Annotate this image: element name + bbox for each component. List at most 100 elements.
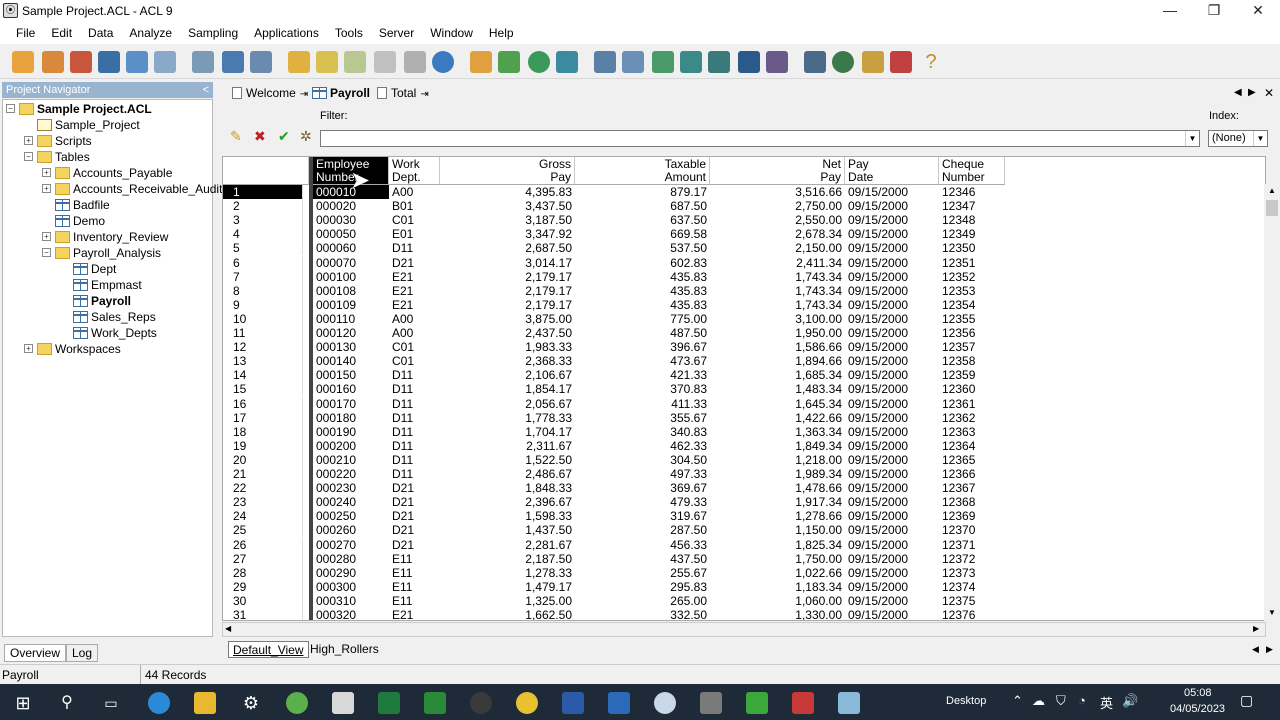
cell-cheque-number[interactable]: 12360	[939, 382, 1005, 396]
cell-work-dept[interactable]: E11	[389, 566, 440, 580]
cell-employee-number[interactable]: 000270	[313, 538, 389, 552]
cell-pay-date[interactable]: 09/15/2000	[845, 481, 939, 495]
cell-cheque-number[interactable]: 12347	[939, 199, 1005, 213]
percent-icon[interactable]	[556, 51, 578, 73]
minimize-button[interactable]: —	[1148, 0, 1192, 22]
scroll-right-icon[interactable]: ▶	[1253, 624, 1259, 633]
table-row[interactable]: 14 000150 D11 2,106.67 421.33 1,685.34 09/15/2…	[223, 368, 1265, 383]
cell-net-pay[interactable]: 1,989.34	[710, 467, 845, 481]
cell-taxable-amount[interactable]: 487.50	[575, 326, 710, 340]
menu-tools[interactable]: Tools	[335, 26, 363, 40]
cell-net-pay[interactable]: 1,849.34	[710, 439, 845, 453]
table-row[interactable]: 5 000060 D11 2,687.50 537.50 2,150.00 09/15/20…	[223, 241, 1265, 256]
menu-edit[interactable]: Edit	[51, 26, 72, 40]
apply-filter-icon[interactable]: ✔	[278, 128, 292, 144]
cell-cheque-number[interactable]: 12370	[939, 523, 1005, 537]
maximize-button[interactable]: ❐	[1192, 0, 1236, 22]
menu-server[interactable]: Server	[379, 26, 414, 40]
tree-item-project[interactable]: Sample Project.ACL	[19, 101, 152, 117]
cell-pay-date[interactable]: 09/15/2000	[845, 326, 939, 340]
cell-cheque-number[interactable]: 12361	[939, 397, 1005, 411]
cell-work-dept[interactable]: E11	[389, 594, 440, 608]
cell-pay-date[interactable]: 09/15/2000	[845, 509, 939, 523]
cell-work-dept[interactable]: D21	[389, 509, 440, 523]
cell-cheque-number[interactable]: 12346	[939, 185, 1005, 199]
cell-employee-number[interactable]: 000250	[313, 509, 389, 523]
menu-window[interactable]: Window	[430, 26, 473, 40]
cell-pay-date[interactable]: 09/15/2000	[845, 340, 939, 354]
cell-employee-number[interactable]: 000190	[313, 425, 389, 439]
expand-icon[interactable]: +	[42, 184, 51, 193]
view-scroll-left-icon[interactable]: ◀	[1248, 641, 1263, 658]
cell-work-dept[interactable]: D11	[389, 439, 440, 453]
tool-icon[interactable]	[700, 692, 722, 714]
cell-net-pay[interactable]: 1,183.34	[710, 580, 845, 594]
cell-net-pay[interactable]: 1,022.66	[710, 566, 845, 580]
table-row[interactable]: 7 000100 E21 2,179.17 435.83 1,743.34 09/15/20…	[223, 269, 1265, 284]
table-row[interactable]: 18 000190 D11 1,704.17 340.83 1,363.34 09/15/2…	[223, 424, 1265, 439]
menu-file[interactable]: File	[16, 26, 35, 40]
cell-cheque-number[interactable]: 12369	[939, 509, 1005, 523]
stratify-icon[interactable]	[622, 51, 644, 73]
cell-taxable-amount[interactable]: 370.83	[575, 382, 710, 396]
row-number[interactable]: 9	[223, 297, 303, 312]
cell-pay-date[interactable]: 09/15/2000	[845, 354, 939, 368]
cell-cheque-number[interactable]: 12368	[939, 495, 1005, 509]
print-icon[interactable]	[126, 51, 148, 73]
cell-net-pay[interactable]: 2,550.00	[710, 213, 845, 227]
cell-gross-pay[interactable]: 3,875.00	[440, 312, 575, 326]
cell-net-pay[interactable]: 1,330.00	[710, 608, 845, 620]
cell-taxable-amount[interactable]: 355.67	[575, 411, 710, 425]
menu-help[interactable]: Help	[489, 26, 514, 40]
cell-work-dept[interactable]: B01	[389, 199, 440, 213]
cell-net-pay[interactable]: 3,516.66	[710, 185, 845, 199]
cell-employee-number[interactable]: 000170	[313, 397, 389, 411]
count-icon[interactable]	[528, 51, 550, 73]
cell-taxable-amount[interactable]: 473.67	[575, 354, 710, 368]
close-tab-icon[interactable]: ✕	[1264, 84, 1274, 102]
cell-work-dept[interactable]: D11	[389, 453, 440, 467]
notes-icon[interactable]	[862, 51, 884, 73]
cell-employee-number[interactable]: 000210	[313, 453, 389, 467]
cell-work-dept[interactable]: A00	[389, 326, 440, 340]
new-project-icon[interactable]	[12, 51, 34, 73]
word-icon[interactable]	[562, 692, 584, 714]
cell-employee-number[interactable]: 000108	[313, 284, 389, 298]
cell-work-dept[interactable]: A00	[389, 185, 440, 199]
expand-icon[interactable]: +	[42, 168, 51, 177]
cell-employee-number[interactable]: 000060	[313, 241, 389, 255]
classify-icon[interactable]	[594, 51, 616, 73]
globe-app-icon[interactable]	[286, 692, 308, 714]
cell-gross-pay[interactable]: 2,187.50	[440, 552, 575, 566]
table-row[interactable]: 13 000140 C01 2,368.33 473.67 1,894.66 09/15/2…	[223, 354, 1265, 369]
cell-taxable-amount[interactable]: 537.50	[575, 241, 710, 255]
cell-pay-date[interactable]: 09/15/2000	[845, 185, 939, 199]
vertical-scrollbar[interactable]: ▲ ▼	[1264, 184, 1280, 621]
cell-gross-pay[interactable]: 3,437.50	[440, 199, 575, 213]
cell-net-pay[interactable]: 1,363.34	[710, 425, 845, 439]
cell-net-pay[interactable]: 2,678.34	[710, 227, 845, 241]
table-row[interactable]: 17 000180 D11 1,778.33 355.67 1,422.66 09/15/2…	[223, 410, 1265, 425]
table-row[interactable]: 27 000280 E11 2,187.50 437.50 1,750.00 09/15/2…	[223, 551, 1265, 566]
cell-pay-date[interactable]: 09/15/2000	[845, 425, 939, 439]
cell-employee-number[interactable]: 000260	[313, 523, 389, 537]
cell-cheque-number[interactable]: 12358	[939, 354, 1005, 368]
scroll-down-icon[interactable]: ▼	[1265, 608, 1279, 620]
cell-work-dept[interactable]: D11	[389, 411, 440, 425]
tab-scroll-right-icon[interactable]: ▶	[1248, 84, 1256, 102]
tab-log[interactable]: Log	[66, 644, 99, 662]
cell-employee-number[interactable]: 000100	[313, 270, 389, 284]
cell-work-dept[interactable]: D11	[389, 397, 440, 411]
cell-net-pay[interactable]: 2,411.34	[710, 256, 845, 270]
row-number[interactable]: 19	[223, 438, 303, 453]
join-icon[interactable]	[652, 51, 674, 73]
tab-scroll-left-icon[interactable]: ◀	[1234, 84, 1242, 102]
cell-work-dept[interactable]: D21	[389, 495, 440, 509]
excel-icon[interactable]	[378, 692, 400, 714]
cell-net-pay[interactable]: 1,150.00	[710, 523, 845, 537]
expand-icon[interactable]: +	[24, 136, 33, 145]
cell-gross-pay[interactable]: 1,437.50	[440, 523, 575, 537]
cell-gross-pay[interactable]: 3,347.92	[440, 227, 575, 241]
pin-icon[interactable]: ⇥	[300, 89, 308, 100]
cell-pay-date[interactable]: 09/15/2000	[845, 199, 939, 213]
